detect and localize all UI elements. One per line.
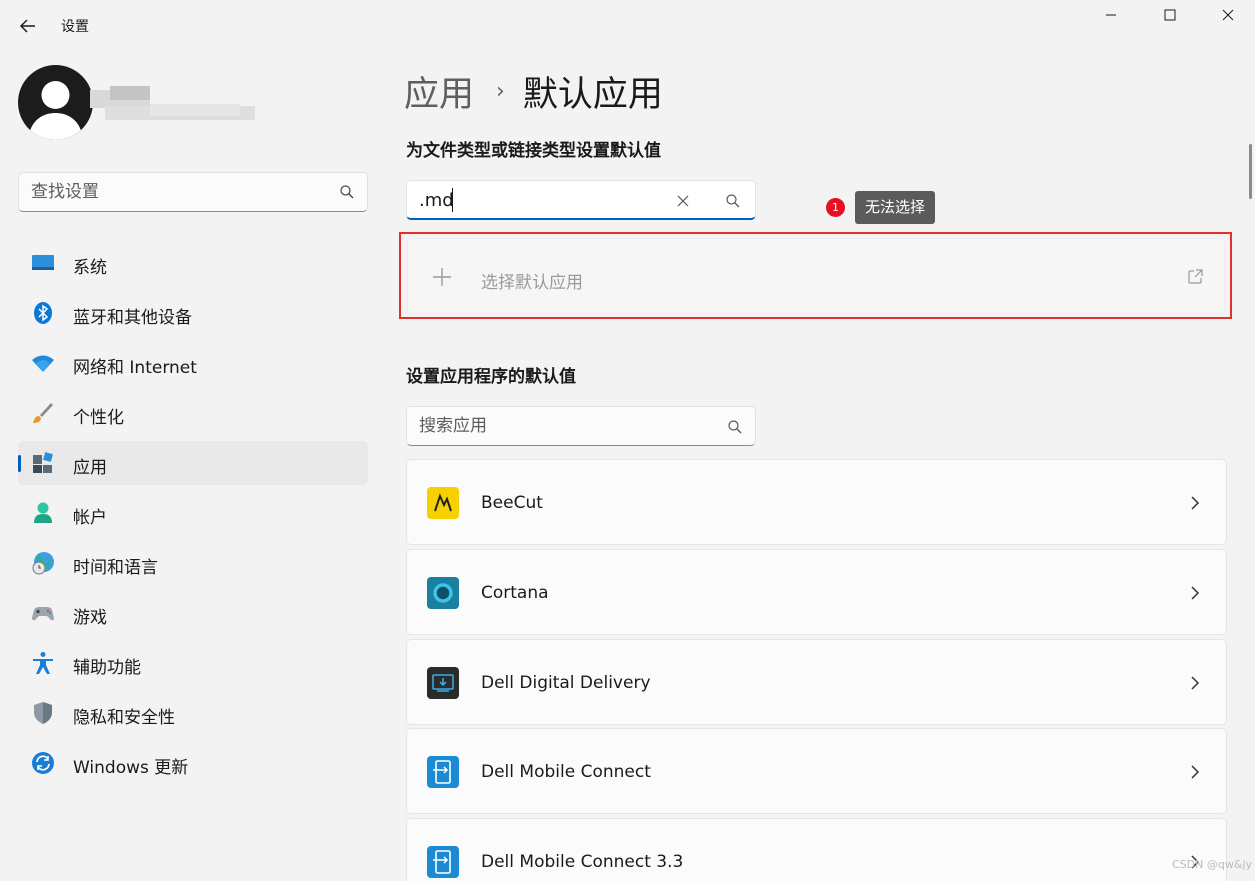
external-link-icon xyxy=(1187,268,1204,285)
app-name: Dell Mobile Connect 3.3 xyxy=(481,852,684,872)
app-name: Dell Digital Delivery xyxy=(481,673,651,693)
dell-mobile-connect-icon xyxy=(427,756,459,788)
sidebar-item-label: 游戏 xyxy=(73,608,107,628)
sidebar-item-label: 网络和 Internet xyxy=(73,358,197,378)
sidebar-item-system[interactable]: 系统 xyxy=(18,241,368,285)
sidebar-item-privacy[interactable]: 隐私和安全性 xyxy=(18,691,368,735)
brush-icon xyxy=(31,401,55,425)
wifi-icon xyxy=(31,351,55,375)
app-row-beecut[interactable]: BeeCut xyxy=(406,459,1227,545)
sidebar-item-network[interactable]: 网络和 Internet xyxy=(18,341,368,385)
sidebar-item-label: 时间和语言 xyxy=(73,558,158,578)
account-icon xyxy=(31,501,55,525)
app-row-cortana[interactable]: Cortana xyxy=(406,549,1227,635)
breadcrumb: 应用 › 默认应用 xyxy=(404,66,663,116)
app-row-dell-digital-delivery[interactable]: Dell Digital Delivery xyxy=(406,639,1227,725)
apps-icon xyxy=(31,451,55,475)
globe-clock-icon xyxy=(31,551,55,575)
app-row-dell-mobile-connect-3-3[interactable]: Dell Mobile Connect 3.3 xyxy=(406,818,1227,881)
chevron-right-icon xyxy=(1188,495,1202,511)
dell-digital-delivery-icon xyxy=(427,667,459,699)
apps-section-title: 设置应用程序的默认值 xyxy=(406,367,576,387)
clear-icon[interactable] xyxy=(675,193,691,209)
app-row-dell-mobile-connect[interactable]: Dell Mobile Connect xyxy=(406,728,1227,814)
back-arrow-icon xyxy=(20,19,35,33)
close-button[interactable] xyxy=(1197,0,1255,30)
back-button[interactable] xyxy=(10,8,46,44)
scrollbar-thumb[interactable] xyxy=(1249,144,1252,199)
sidebar-item-time-language[interactable]: 时间和语言 xyxy=(18,541,368,585)
choose-default-app-button[interactable]: 选择默认应用 xyxy=(407,238,1225,314)
watermark: CSDN @qw&jy xyxy=(1172,858,1252,871)
maximize-button[interactable] xyxy=(1139,0,1201,30)
app-name: Dell Mobile Connect xyxy=(481,762,651,782)
app-name: BeeCut xyxy=(481,493,543,513)
filetype-search[interactable] xyxy=(406,180,756,220)
sidebar-item-label: 蓝牙和其他设备 xyxy=(73,308,192,328)
sidebar-item-bluetooth[interactable]: 蓝牙和其他设备 xyxy=(18,291,368,335)
sidebar-item-label: 辅助功能 xyxy=(73,658,141,678)
sidebar-item-personalization[interactable]: 个性化 xyxy=(18,391,368,435)
settings-search-input[interactable] xyxy=(31,173,331,211)
bluetooth-icon xyxy=(31,301,55,325)
sidebar-item-apps[interactable]: 应用 xyxy=(18,441,368,485)
page-title: 默认应用 xyxy=(522,74,663,115)
monitor-icon xyxy=(31,251,55,275)
search-icon xyxy=(339,184,355,200)
sidebar-item-label: 帐户 xyxy=(73,508,107,528)
update-icon xyxy=(31,751,55,775)
minimize-button[interactable] xyxy=(1080,0,1142,30)
plus-icon xyxy=(432,267,452,287)
sidebar-item-windows-update[interactable]: Windows 更新 xyxy=(18,741,368,785)
accessibility-icon xyxy=(31,651,55,675)
chevron-right-icon xyxy=(1188,675,1202,691)
sidebar-item-label: Windows 更新 xyxy=(73,758,189,778)
user-name-redacted xyxy=(90,86,255,122)
choose-default-label: 选择默认应用 xyxy=(481,273,583,293)
filetype-input[interactable] xyxy=(419,181,659,219)
text-caret xyxy=(452,188,453,212)
app-search-input[interactable] xyxy=(419,407,719,445)
search-icon xyxy=(727,419,743,435)
shield-icon xyxy=(31,701,55,725)
chevron-right-icon xyxy=(1188,585,1202,601)
sidebar-item-label: 应用 xyxy=(73,458,107,478)
sidebar-item-label: 系统 xyxy=(73,258,107,278)
sidebar-item-label: 隐私和安全性 xyxy=(73,708,175,728)
app-title: 设置 xyxy=(61,19,89,35)
tooltip: 无法选择 xyxy=(855,191,936,224)
breadcrumb-parent[interactable]: 应用 xyxy=(404,66,474,117)
title-bar: 设置 xyxy=(0,0,1255,50)
close-icon xyxy=(1222,9,1234,21)
breadcrumb-separator: › xyxy=(496,78,505,104)
beecut-icon xyxy=(427,487,459,519)
user-silhouette-icon xyxy=(28,81,83,140)
avatar[interactable] xyxy=(18,65,93,140)
active-indicator xyxy=(18,455,21,472)
app-search[interactable] xyxy=(406,406,756,446)
annotation-badge: 1 xyxy=(826,198,845,217)
app-name: Cortana xyxy=(481,583,549,603)
sidebar-item-label: 个性化 xyxy=(73,408,124,428)
dell-mobile-connect-icon xyxy=(427,846,459,878)
filetype-section-title: 为文件类型或链接类型设置默认值 xyxy=(406,141,661,161)
cortana-icon xyxy=(427,577,459,609)
settings-search[interactable] xyxy=(18,172,368,212)
sidebar-item-gaming[interactable]: 游戏 xyxy=(18,591,368,635)
sidebar-item-accessibility[interactable]: 辅助功能 xyxy=(18,641,368,685)
minimize-icon xyxy=(1106,14,1116,16)
search-icon[interactable] xyxy=(725,193,741,209)
chevron-right-icon xyxy=(1188,764,1202,780)
maximize-icon xyxy=(1164,9,1176,21)
sidebar-item-accounts[interactable]: 帐户 xyxy=(18,491,368,535)
gamepad-icon xyxy=(31,601,55,625)
